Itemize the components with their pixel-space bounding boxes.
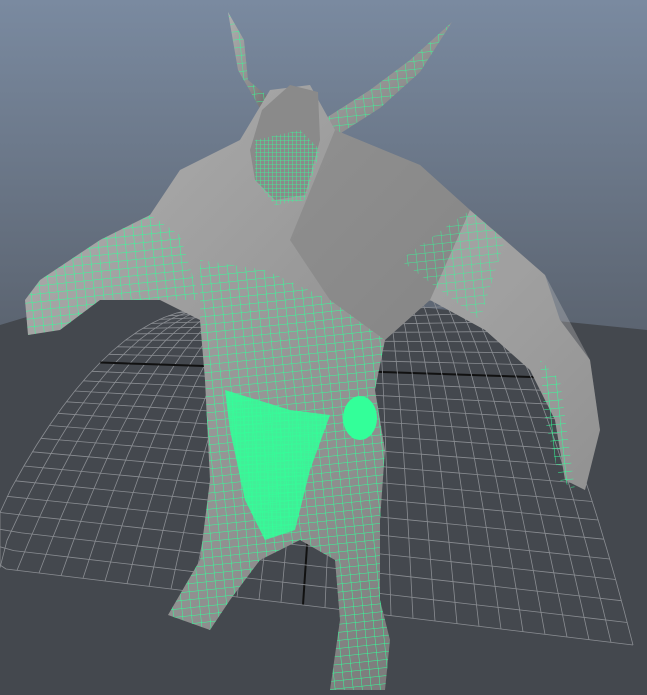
belt-ornament[interactable] [343,396,377,440]
viewport-canvas[interactable] [0,0,647,695]
3d-viewport[interactable] [0,0,647,695]
